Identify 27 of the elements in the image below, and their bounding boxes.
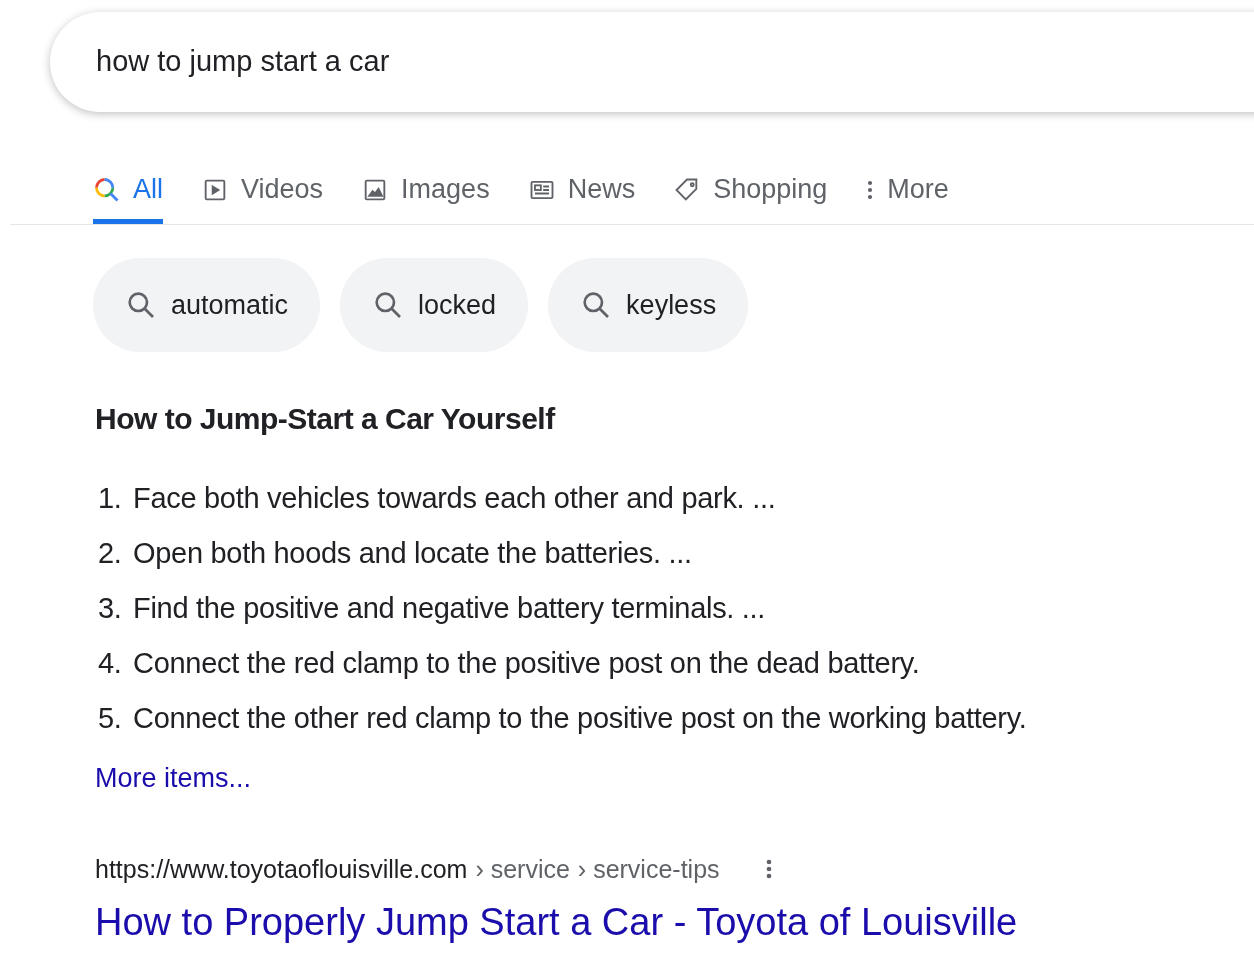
tab[interactable]: All — [93, 160, 163, 224]
featured-title: How to Jump-Start a Car Yourself — [95, 401, 557, 437]
step-number: 4. — [97, 645, 123, 681]
step-number: 5. — [97, 700, 123, 736]
step-text: Face both vehicles towards each other and park. ... — [133, 480, 776, 516]
tab[interactable]: More — [865, 160, 949, 224]
step-number: 3. — [97, 590, 123, 626]
step-text: Connect the red clamp to the positive post on the dead battery. — [133, 645, 920, 681]
search-icon — [93, 175, 121, 204]
search-chip[interactable]: automatic — [93, 258, 321, 352]
search-chip[interactable]: locked — [340, 258, 529, 352]
tab[interactable]: News — [527, 160, 636, 224]
result-title-link[interactable]: How to Properly Jump Start a Car - Toyota of Louisville — [95, 894, 1254, 951]
search-field[interactable]: how to jump start a car — [50, 12, 1254, 112]
tab[interactable]: Videos — [201, 160, 324, 224]
step-number: 2. — [97, 535, 123, 571]
step-text: Find the positive and negative battery terminals. ... — [133, 590, 766, 626]
result-url: https://www.toyotaoflouisville.com — [95, 853, 468, 885]
search-chip[interactable]: keyless — [548, 258, 749, 352]
breadcrumb: › service — [475, 853, 570, 885]
step-text: Open both hoods and locate the batteries. ... — [133, 535, 692, 571]
breadcrumb: › service-tips — [577, 853, 720, 885]
tab[interactable]: Images — [361, 160, 490, 224]
step-text: Connect the other red clamp to the positive post on the working battery. — [133, 700, 1027, 736]
more-items-link[interactable]: More items... — [95, 758, 1254, 799]
tab[interactable]: Shopping — [673, 160, 828, 224]
step-number: 1. — [97, 480, 123, 516]
